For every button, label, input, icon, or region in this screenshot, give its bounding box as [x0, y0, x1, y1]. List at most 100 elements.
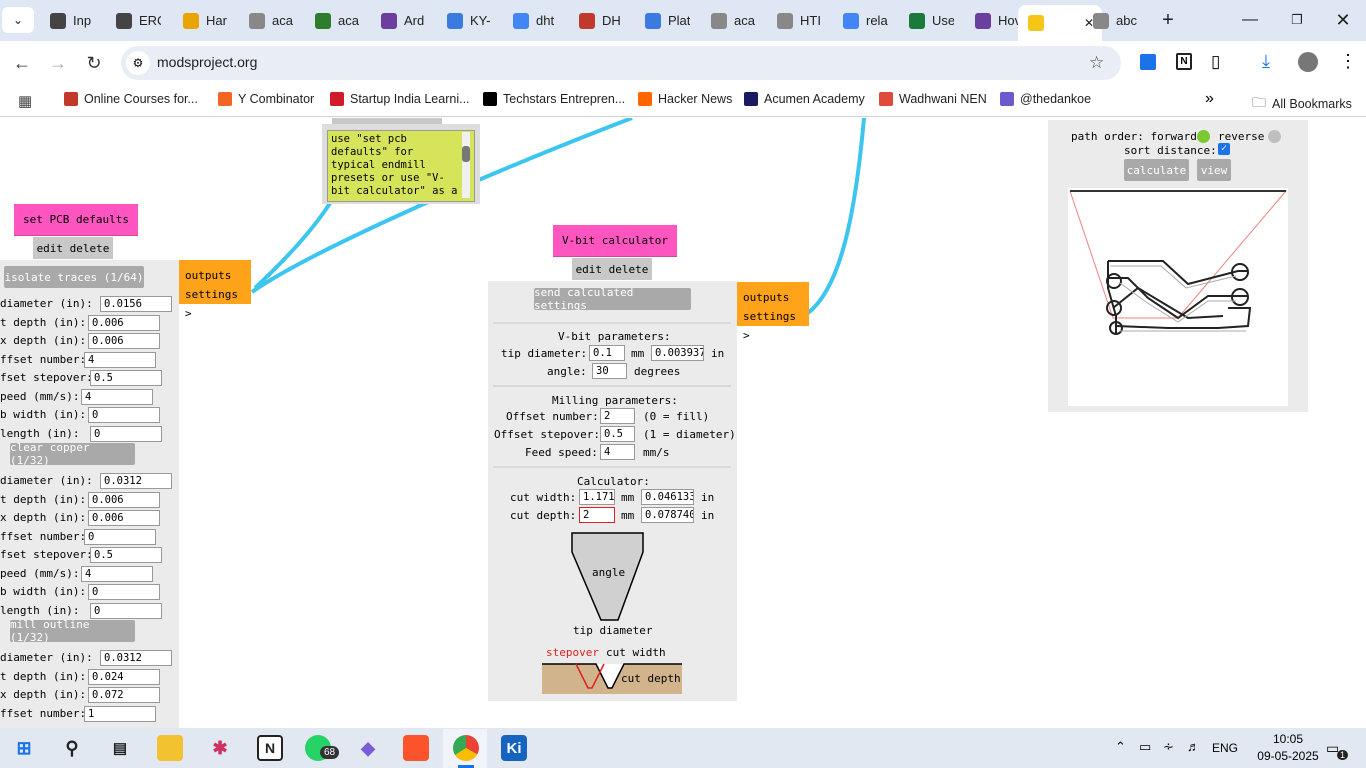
tab-16[interactable]: abc: [1083, 6, 1147, 35]
tip-diameter-mm-input[interactable]: 0.1: [589, 345, 625, 361]
preset-button[interactable]: mill outline (1/32): [10, 618, 135, 644]
app-icon[interactable]: ✱: [207, 735, 233, 761]
vbit-edit-delete[interactable]: edit delete: [572, 258, 652, 280]
cut-width-in-input[interactable]: 0.046133: [641, 489, 694, 505]
back-button[interactable]: ←: [11, 52, 33, 74]
tab-0[interactable]: Inp: [40, 6, 104, 35]
param-input[interactable]: 0: [88, 407, 160, 423]
chrome-icon[interactable]: [453, 735, 479, 761]
tip-diameter-in-input[interactable]: 0.003937: [651, 345, 704, 361]
tab-8[interactable]: DH: [569, 6, 633, 35]
tab-3[interactable]: aca: [239, 6, 303, 35]
param-input[interactable]: 4: [81, 388, 153, 405]
cut-depth-in-input[interactable]: 0.078740: [641, 507, 694, 523]
bookmark-item[interactable]: Acumen Academy: [744, 92, 865, 106]
bookmark-item[interactable]: Hacker News: [638, 92, 732, 106]
cut-width-mm-input[interactable]: 1.171: [579, 489, 615, 505]
reload-button[interactable]: ↻: [83, 52, 105, 74]
bookmark-star-icon[interactable]: ☆: [1089, 53, 1104, 73]
url-text[interactable]: modsproject.org: [157, 54, 257, 70]
note-textarea[interactable]: use "set pcb defaults" for typical endmi…: [327, 130, 475, 202]
param-input[interactable]: 0: [90, 602, 162, 619]
bookmark-item[interactable]: Y Combinator: [218, 92, 314, 106]
offset-stepover-input[interactable]: 0.5: [600, 426, 635, 442]
site-info-icon[interactable]: ⚙: [126, 51, 150, 75]
obsidian-icon[interactable]: ◆: [355, 735, 381, 761]
note-scrollbar[interactable]: [462, 132, 470, 198]
battery-icon[interactable]: ▭: [1139, 739, 1151, 755]
bookmark-item[interactable]: @thedankoe: [1000, 92, 1091, 106]
param-input[interactable]: 0: [84, 528, 156, 545]
param-input[interactable]: 0.006: [88, 314, 160, 331]
angle-input[interactable]: 30: [592, 363, 627, 379]
param-input[interactable]: 4: [84, 351, 156, 368]
show-hidden-icons-chevron-icon[interactable]: ⌃: [1115, 739, 1126, 755]
kicad-icon[interactable]: Ki: [501, 735, 527, 761]
offset-number-input[interactable]: 2: [600, 408, 635, 424]
param-input[interactable]: 0.5: [90, 370, 162, 386]
forward-radio[interactable]: [1197, 130, 1210, 143]
tab-1[interactable]: ERC: [106, 6, 170, 35]
feed-speed-input[interactable]: 4: [600, 444, 635, 460]
param-input[interactable]: 0.5: [90, 547, 162, 563]
clock-time[interactable]: 10:05: [1258, 732, 1318, 746]
cut-depth-mm-input[interactable]: 2: [579, 507, 615, 523]
puzzle-icon[interactable]: ▯: [1211, 52, 1220, 72]
param-input[interactable]: 0.0156: [100, 296, 172, 312]
set-pcb-edit-delete[interactable]: edit delete: [33, 237, 113, 259]
toolpath-preview[interactable]: [1068, 188, 1288, 406]
close-window-button[interactable]: ✕: [1323, 8, 1363, 32]
tab-4[interactable]: aca: [305, 6, 369, 35]
vbit-title[interactable]: V-bit calculator: [553, 225, 677, 256]
tab-7[interactable]: dht: [503, 6, 567, 35]
tab-11[interactable]: HTI: [767, 6, 831, 35]
param-input[interactable]: 0.0312: [100, 650, 172, 666]
param-input[interactable]: 0.024: [88, 668, 160, 685]
restore-button[interactable]: ❐: [1277, 8, 1317, 32]
param-input[interactable]: 0.006: [88, 491, 160, 508]
apps-grid-icon[interactable]: ▦: [18, 92, 32, 110]
tab-5[interactable]: Ard: [371, 6, 435, 35]
param-input[interactable]: 0.072: [88, 687, 160, 703]
wifi-icon[interactable]: ∻: [1163, 739, 1174, 755]
notion-icon[interactable]: N: [1176, 53, 1192, 70]
file-explorer-icon[interactable]: [157, 735, 183, 761]
preset-button[interactable]: clear copper (1/32): [10, 441, 135, 467]
view-button[interactable]: view: [1197, 159, 1231, 181]
calculate-button[interactable]: calculate: [1124, 159, 1189, 181]
settings-output[interactable]: settings >: [743, 307, 803, 345]
brave-icon[interactable]: [403, 735, 429, 761]
settings-output[interactable]: settings >: [185, 285, 245, 323]
windows-start-icon[interactable]: ⊞: [11, 735, 37, 761]
tab-13[interactable]: Use: [899, 6, 963, 35]
bookmark-item[interactable]: Wadhwani NEN: [879, 92, 987, 106]
param-input[interactable]: 0: [88, 584, 160, 600]
tab-9[interactable]: Plat: [635, 6, 699, 35]
clock-date[interactable]: 09-05-2025: [1250, 749, 1326, 763]
reverse-radio[interactable]: [1268, 130, 1281, 143]
vbit-outputs[interactable]: outputs settings >: [737, 282, 809, 342]
param-input[interactable]: 1: [84, 705, 156, 722]
new-tab-button[interactable]: +: [1148, 8, 1188, 32]
search-icon[interactable]: ⚲: [59, 735, 85, 761]
menu-kebab-icon[interactable]: ⋮: [1339, 51, 1357, 72]
address-bar[interactable]: [121, 46, 1121, 80]
volume-icon[interactable]: ♬: [1187, 739, 1200, 754]
tab-10[interactable]: aca: [701, 6, 765, 35]
extension-icon[interactable]: [1140, 54, 1156, 70]
param-input[interactable]: 0: [90, 425, 162, 442]
bookmark-item[interactable]: Online Courses for...: [64, 92, 198, 106]
param-input[interactable]: 0.0312: [100, 473, 172, 489]
tab-search-button[interactable]: ⌄: [2, 7, 34, 33]
param-input[interactable]: 0.006: [88, 510, 160, 526]
notion-taskbar-icon[interactable]: N: [257, 735, 283, 761]
bookmark-item[interactable]: Startup India Learni...: [330, 92, 470, 106]
minimize-button[interactable]: —: [1230, 8, 1270, 32]
all-bookmarks[interactable]: 🗀 All Bookmarks: [1252, 92, 1352, 116]
more-bookmarks-chevron-icon[interactable]: »: [1205, 90, 1214, 108]
forward-button[interactable]: →: [47, 52, 69, 74]
preset-button[interactable]: isolate traces (1/64): [4, 266, 144, 288]
download-icon[interactable]: ⤓: [1262, 51, 1270, 72]
set-pcb-title[interactable]: set PCB defaults: [14, 204, 138, 235]
param-input[interactable]: 4: [81, 565, 153, 582]
